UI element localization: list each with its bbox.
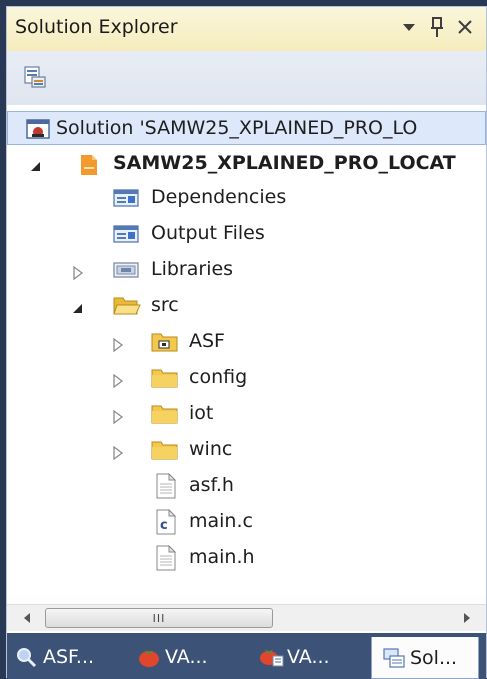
tab-asf-explorer[interactable]: ASF... [15,639,94,675]
collapsed-arrow-icon[interactable] [111,335,125,353]
tree-item-label: Dependencies [151,186,287,208]
folder-icon [151,367,178,389]
tree-item-label: SAMW25_XPLAINED_PRO_LOCAT [113,152,456,174]
tree-item-libraries[interactable]: Libraries [7,253,486,287]
expanded-arrow-icon[interactable] [29,157,43,171]
properties-icon [24,66,46,88]
properties-button[interactable] [23,65,47,93]
bottom-tab-bar: ASF... VA... VA... Sol... [7,633,486,679]
scroll-right-arrow-icon[interactable] [455,605,479,631]
tab-label: VA... [287,646,330,668]
scrollbar-grip: III [152,611,166,625]
va-outline-icon [259,646,284,668]
tree-item-asf[interactable]: ASF [7,325,486,359]
tree-item-label: Libraries [151,258,234,280]
collapsed-arrow-icon[interactable] [111,407,125,425]
folder-icon [151,403,178,425]
tree-item-label: src [151,294,179,316]
tree-item-label: asf.h [189,474,234,496]
header-file-icon [155,472,179,499]
asf-folder-icon [151,331,178,353]
tree-item-src[interactable]: src [7,289,486,323]
tree-item-output-files[interactable]: Output Files [7,217,486,251]
tree-item-label: Solution 'SAMW25_XPLAINED_PRO_LO [56,117,418,139]
open-folder-icon [113,295,141,317]
close-icon[interactable] [453,13,477,41]
asf-search-icon [15,646,37,668]
output-files-icon [113,223,139,245]
tab-label: VA... [165,646,208,668]
window-position-dropdown-icon[interactable] [397,13,421,41]
tree-item-iot[interactable]: iot [7,397,486,431]
solution-tree: Solution 'SAMW25_XPLAINED_PRO_LO SAMW25_… [7,105,486,595]
tree-item-winc[interactable]: winc [7,433,486,467]
solution-explorer-panel: Solution Explorer Solution 'SAMW25_XPLAI… [6,6,487,679]
collapsed-arrow-icon[interactable] [111,443,125,461]
panel-toolbar [7,51,486,106]
tree-item-label: main.c [189,510,253,532]
scroll-left-arrow-icon[interactable] [15,605,39,631]
tab-va-1[interactable]: VA... [137,639,208,675]
pin-icon[interactable] [425,13,449,41]
tree-item-main-h[interactable]: main.h [7,541,486,575]
project-icon [77,153,101,175]
folder-icon [151,439,178,461]
scrollbar-thumb[interactable]: III [45,608,273,628]
tree-item-main-c[interactable]: c main.c [7,505,486,539]
horizontal-scrollbar[interactable]: III [7,604,486,631]
tree-item-label: iot [189,402,214,424]
tree-item-config[interactable]: config [7,361,486,395]
libraries-icon [113,259,139,281]
tab-solution-explorer[interactable]: Sol... [371,637,479,679]
panel-title: Solution Explorer [15,16,178,38]
collapsed-arrow-icon[interactable] [111,371,125,389]
svg-text:c: c [160,518,168,533]
tree-item-solution[interactable]: Solution 'SAMW25_XPLAINED_PRO_LO [7,111,486,145]
tree-item-label: config [189,366,248,388]
c-file-icon: c [155,508,179,535]
expanded-arrow-icon[interactable] [71,299,85,313]
tree-item-dependencies[interactable]: Dependencies [7,181,486,215]
va-tomato-icon [137,646,159,668]
tree-item-label: ASF [189,330,225,352]
tree-item-label: winc [189,438,233,460]
panel-titlebar: Solution Explorer [7,7,486,52]
tree-item-label: main.h [189,546,255,568]
header-file-icon [155,544,179,571]
collapsed-arrow-icon[interactable] [71,263,85,281]
dependencies-icon [113,187,139,209]
tab-label: Sol... [410,646,458,669]
tree-item-label: Output Files [151,222,265,244]
tab-va-2[interactable]: VA... [259,639,330,675]
tab-label: ASF... [43,646,95,668]
tree-item-asf-h[interactable]: asf.h [7,469,486,503]
solution-explorer-icon [382,647,405,669]
tree-item-project[interactable]: SAMW25_XPLAINED_PRO_LOCAT [7,147,486,181]
solution-icon [26,118,50,140]
